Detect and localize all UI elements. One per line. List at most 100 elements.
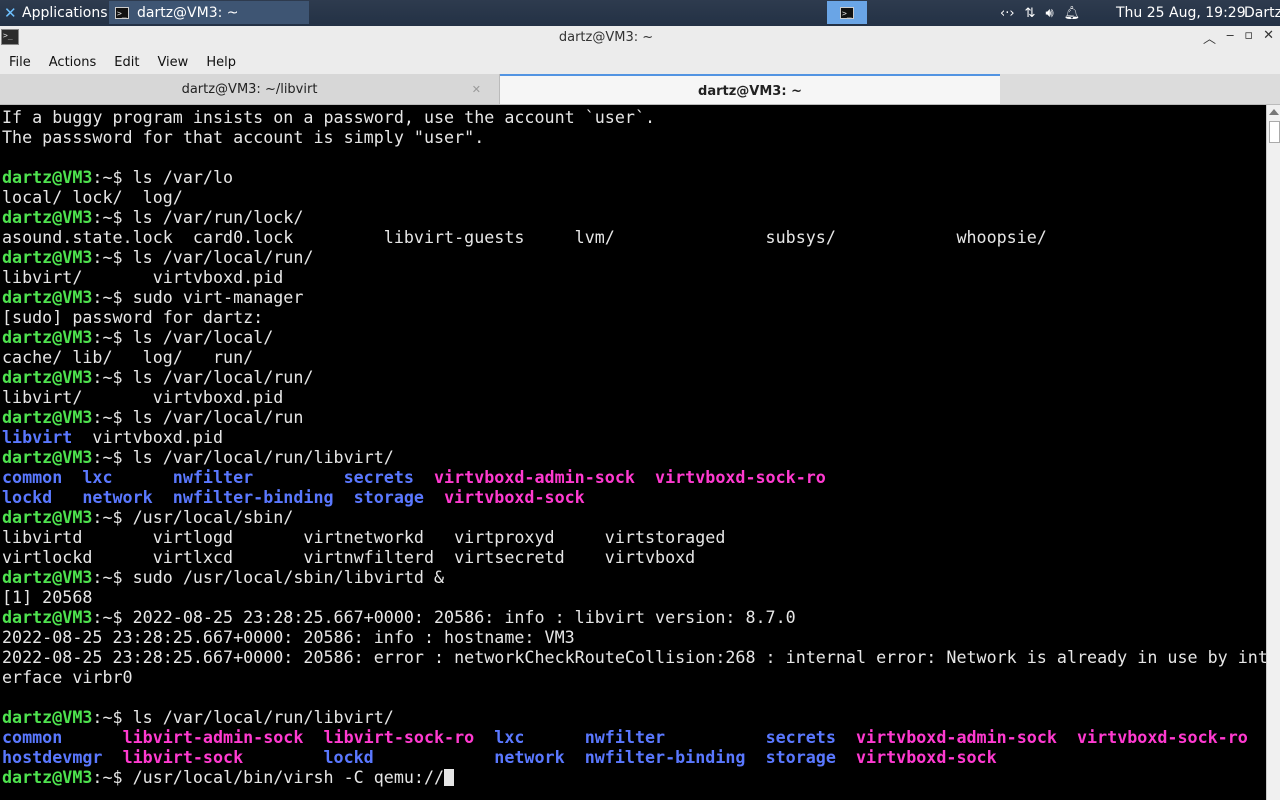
directory-entry: secrets [343, 467, 414, 487]
terminal-line: dartz@VM3:~$ ls /var/run/lock/ [2, 207, 1266, 227]
output-text: virtvboxd.pid [72, 427, 224, 447]
terminal-line: dartz@VM3:~$ 2022-08-25 23:28:25.667+000… [2, 607, 1266, 627]
terminal-line: dartz@VM3:~$ ls /var/lo [2, 167, 1266, 187]
terminal-line: dartz@VM3:~$ /usr/local/sbin/ [2, 507, 1266, 527]
directory-entry: lockd [2, 487, 53, 507]
directory-entry: storage [353, 487, 424, 507]
window-controls: ︿ ‒ ▫ ✕ [1203, 28, 1274, 47]
clock[interactable]: Thu 25 Aug, 19:29 [1116, 0, 1246, 26]
prompt: dartz@VM3 [2, 507, 93, 527]
workspace-switcher[interactable]: >_ [827, 1, 867, 24]
socket-entry: virtvboxd-sock-ro [655, 467, 826, 487]
terminal-line: dartz@VM3:~$ ls /var/local/run/libvirt/ [2, 707, 1266, 727]
applications-menu[interactable]: ✕ Applications [0, 0, 108, 26]
directory-entry: libvirt [2, 427, 73, 447]
directory-entry: nwfilter [584, 727, 666, 747]
network-icon[interactable]: ‹·› [1000, 6, 1015, 21]
volume-icon[interactable]: 🔊︎ [1045, 6, 1053, 21]
socket-entry: libvirt-sock [122, 747, 244, 767]
system-tray: ‹·› ⇅ 🔊︎ 🔔︎ [1000, 0, 1080, 26]
taskbar-label: dartz@VM3: ~ [137, 4, 239, 21]
menu-actions[interactable]: Actions [40, 55, 106, 70]
updown-arrows-icon[interactable]: ⇅ [1025, 6, 1036, 21]
scrollbar-thumb[interactable] [1269, 121, 1280, 143]
prompt: dartz@VM3 [2, 707, 93, 727]
terminal-line: libvirtd virtlogd virtnetworkd virtproxy… [2, 527, 1266, 547]
terminal-line: The passsword for that account is simply… [2, 127, 1266, 147]
prompt: dartz@VM3 [2, 407, 93, 427]
user-menu[interactable]: Dartz [1244, 0, 1280, 26]
terminal-line: libvirt/ virtvboxd.pid [2, 387, 1266, 407]
restore-icon[interactable]: ▫ [1244, 28, 1253, 47]
tab-home[interactable]: dartz@VM3: ~ [500, 74, 1000, 104]
directory-entry: storage [765, 747, 836, 767]
menu-help[interactable]: Help [197, 55, 245, 70]
maximize-chevron-icon[interactable]: ︿ [1203, 28, 1216, 47]
directory-entry: lxc [82, 467, 113, 487]
taskbar-terminal-button[interactable]: >_ dartz@VM3: ~ [109, 1, 309, 24]
output-text: The passsword for that account is simply… [2, 127, 485, 147]
terminal-line: asound.state.lock card0.lock libvirt-gue… [2, 227, 1266, 247]
output-text: :~$ sudo virt-manager [92, 287, 304, 307]
window-titlebar[interactable]: >_ dartz@VM3: ~ ︿ ‒ ▫ ✕ [0, 26, 1280, 51]
directory-entry: lxc [494, 727, 525, 747]
output-text: [sudo] password for dartz: [2, 307, 264, 327]
terminal-line: libvirt/ virtvboxd.pid [2, 267, 1266, 287]
terminal-line: dartz@VM3:~$ ls /var/local/run/libvirt/ [2, 447, 1266, 467]
menu-edit[interactable]: Edit [105, 55, 148, 70]
notification-bell-icon[interactable]: 🔔︎ [1064, 6, 1081, 21]
workspace-terminal-icon: >_ [840, 6, 854, 19]
directory-entry: nwfilter [172, 467, 254, 487]
window-title: dartz@VM3: ~ [558, 30, 654, 45]
tab-close-icon[interactable]: ✕ [472, 74, 481, 105]
socket-entry: virtvboxd-sock-ro [1077, 727, 1248, 747]
prompt: dartz@VM3 [2, 167, 93, 187]
directory-entry: nwfilter-binding [584, 747, 746, 767]
close-icon[interactable]: ✕ [1263, 28, 1274, 47]
terminal-scrollbar[interactable] [1266, 105, 1280, 800]
directory-entry: secrets [765, 727, 836, 747]
output-text: asound.state.lock card0.lock libvirt-gue… [2, 227, 1047, 247]
scroll-up-arrow-icon[interactable] [1269, 109, 1279, 115]
minimize-icon[interactable]: ‒ [1226, 28, 1234, 47]
socket-entry: libvirt-admin-sock [122, 727, 304, 747]
prompt: dartz@VM3 [2, 767, 93, 787]
directory-entry: network [82, 487, 153, 507]
output-text: :~$ /usr/local/sbin/ [92, 507, 294, 527]
tab-label: dartz@VM3: ~ [698, 84, 802, 99]
menu-view[interactable]: View [148, 55, 197, 70]
socket-entry: virtvboxd-admin-sock [855, 727, 1057, 747]
output-text: [1] 20568 [2, 587, 93, 607]
directory-entry: common [2, 727, 63, 747]
terminal-line: erface virbr0 [2, 667, 1266, 687]
prompt: dartz@VM3 [2, 247, 93, 267]
menu-file[interactable]: File [0, 55, 40, 70]
prompt: dartz@VM3 [2, 447, 93, 467]
socket-entry: virtvboxd-sock [444, 487, 585, 507]
output-text: :~$ ls /var/local/run/libvirt/ [92, 447, 394, 467]
terminal-line: virtlockd virtlxcd virtnwfilterd virtsec… [2, 547, 1266, 567]
prompt: dartz@VM3 [2, 327, 93, 347]
terminal-line: 2022-08-25 23:28:25.667+0000: 20586: inf… [2, 627, 1266, 647]
directory-entry: common [2, 467, 63, 487]
directory-entry: nwfilter-binding [172, 487, 334, 507]
directory-entry: lockd [323, 747, 374, 767]
terminal-line: dartz@VM3:~$ /usr/local/bin/virsh -C qem… [2, 767, 1266, 787]
top-panel: ✕ Applications >_ dartz@VM3: ~ >_ ‹·› ⇅ … [0, 0, 1280, 26]
terminal-output[interactable]: If a buggy program insists on a password… [0, 105, 1266, 800]
terminal-line: dartz@VM3:~$ ls /var/local/run [2, 407, 1266, 427]
terminal-line: dartz@VM3:~$ ls /var/local/run/ [2, 247, 1266, 267]
tab-libvirt[interactable]: dartz@VM3: ~/libvirt ✕ [0, 74, 500, 104]
tab-label: dartz@VM3: ~/libvirt [181, 82, 318, 97]
